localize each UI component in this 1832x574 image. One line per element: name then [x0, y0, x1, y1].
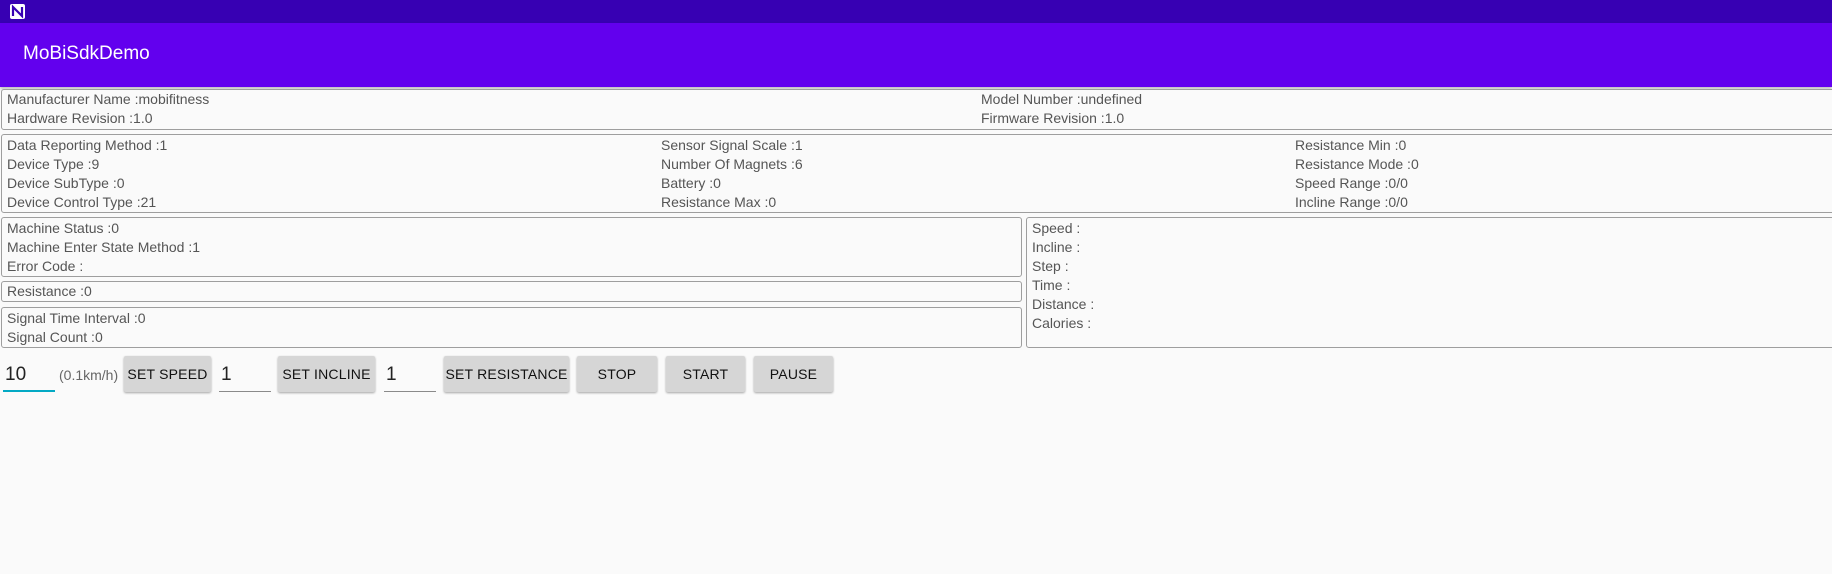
set-speed-button[interactable]: SET SPEED — [124, 356, 211, 392]
error-code: Error Code : — [7, 258, 84, 274]
firmware-revision: Firmware Revision :1.0 — [981, 110, 1125, 126]
metric-time: Time : — [1032, 277, 1071, 293]
app-bar: MoBiSdkDemo — [0, 23, 1832, 87]
device-info-panel: Manufacturer Name :mobifitness Hardware … — [1, 89, 1832, 130]
incline-range: Incline Range :0/0 — [1295, 194, 1408, 210]
signal-time-interval: Signal Time Interval :0 — [7, 310, 146, 326]
number-of-magnets: Number Of Magnets :6 — [661, 156, 803, 172]
speed-range: Speed Range :0/0 — [1295, 175, 1408, 191]
data-reporting-method: Data Reporting Method :1 — [7, 137, 168, 153]
stop-button[interactable]: STOP — [577, 356, 657, 392]
resistance-value: Resistance :0 — [7, 283, 92, 299]
sensor-signal-scale: Sensor Signal Scale :1 — [661, 137, 803, 153]
signal-panel: Signal Time Interval :0 Signal Count :0 — [1, 307, 1022, 348]
metric-distance: Distance : — [1032, 296, 1095, 312]
resistance-max: Resistance Max :0 — [661, 194, 777, 210]
set-resistance-button[interactable]: SET RESISTANCE — [444, 356, 569, 392]
device-subtype: Device SubType :0 — [7, 175, 125, 191]
notification-n-icon — [10, 4, 25, 19]
set-incline-button[interactable]: SET INCLINE — [278, 356, 375, 392]
machine-enter-state-method: Machine Enter State Method :1 — [7, 239, 200, 255]
device-type: Device Type :9 — [7, 156, 100, 172]
machine-status: Machine Status :0 — [7, 220, 120, 236]
resistance-mode: Resistance Mode :0 — [1295, 156, 1419, 172]
incline-input[interactable]: 1 — [219, 360, 271, 392]
status-bar — [0, 0, 1832, 23]
resistance-input[interactable]: 1 — [384, 360, 436, 392]
speed-input[interactable]: 10 — [3, 360, 55, 392]
resistance-panel: Resistance :0 — [1, 281, 1022, 302]
speed-unit-label: (0.1km/h) — [59, 367, 119, 383]
workout-metrics-panel: Speed : Incline : Step : Time : Distance… — [1026, 217, 1832, 348]
start-button[interactable]: START — [666, 356, 745, 392]
signal-count: Signal Count :0 — [7, 329, 103, 345]
device-control-type: Device Control Type :21 — [7, 194, 157, 210]
device-config-panel: Data Reporting Method :1 Device Type :9 … — [1, 134, 1832, 213]
model-number: Model Number :undefined — [981, 91, 1143, 107]
metric-speed: Speed : — [1032, 220, 1081, 236]
battery: Battery :0 — [661, 175, 721, 191]
app-title: MoBiSdkDemo — [23, 43, 150, 64]
hardware-revision: Hardware Revision :1.0 — [7, 110, 153, 126]
resistance-min: Resistance Min :0 — [1295, 137, 1407, 153]
metric-calories: Calories : — [1032, 315, 1092, 331]
metric-incline: Incline : — [1032, 239, 1081, 255]
manufacturer-name: Manufacturer Name :mobifitness — [7, 91, 210, 107]
machine-status-panel: Machine Status :0 Machine Enter State Me… — [1, 217, 1022, 277]
metric-step: Step : — [1032, 258, 1069, 274]
pause-button[interactable]: PAUSE — [754, 356, 833, 392]
